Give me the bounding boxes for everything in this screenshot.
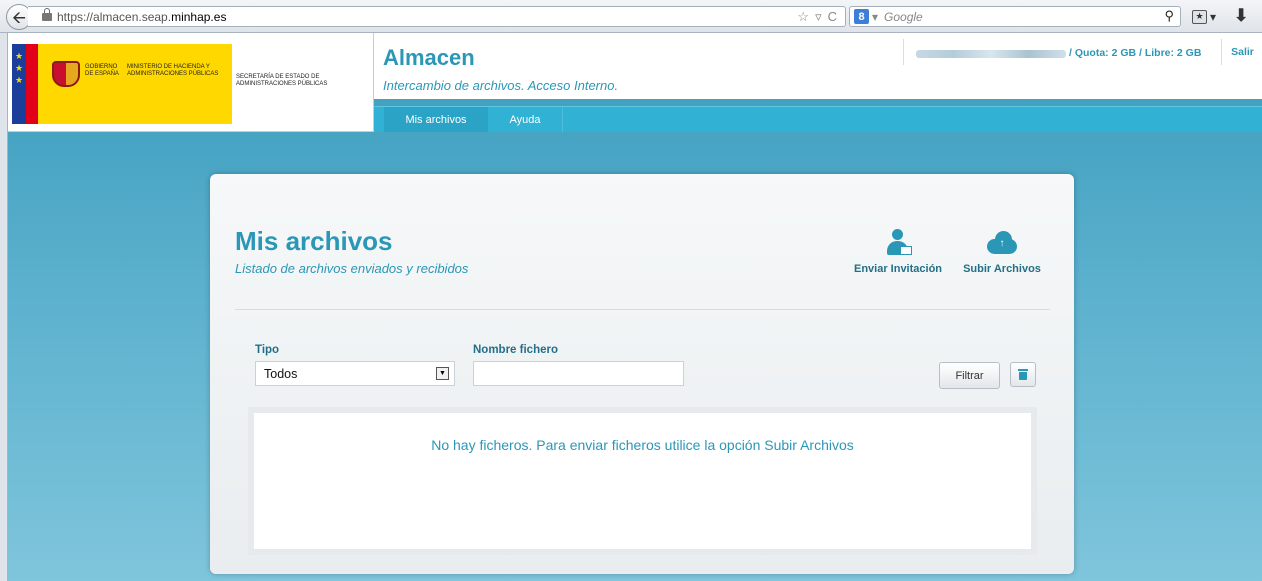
upload-files-label: Subir Archivos: [963, 263, 1041, 275]
filter-button[interactable]: Filtrar: [939, 362, 1000, 389]
upload-files-button[interactable]: ↑ Subir Archivos: [958, 229, 1046, 275]
app-subtitle: Intercambio de archivos. Acceso Interno.: [383, 78, 619, 93]
clear-filter-button[interactable]: [1010, 362, 1036, 387]
send-invitation-button[interactable]: Enviar Invitación: [848, 229, 948, 275]
nombre-fichero-label: Nombre fichero: [473, 344, 558, 356]
tipo-select[interactable]: Todos ▼: [255, 361, 455, 386]
google-icon[interactable]: 8: [854, 9, 869, 24]
page-subtitle: Listado de archivos enviados y recibidos: [235, 261, 469, 276]
search-icon[interactable]: ⚲: [1164, 8, 1174, 24]
empty-message: No hay ficheros. Para enviar ficheros ut…: [431, 437, 854, 453]
logo-background: GOBIERNO DE ESPAÑA MINISTERIO DE HACIEND…: [38, 44, 232, 124]
url-host: minhap.es: [171, 9, 227, 24]
user-invite-icon: [884, 229, 912, 257]
tab-ayuda[interactable]: Ayuda: [488, 107, 563, 132]
tipo-selected-value: Todos: [264, 366, 298, 381]
files-panel: Mis archivos Listado de archivos enviado…: [210, 174, 1074, 574]
tipo-label: Tipo: [255, 344, 280, 356]
trash-icon: [1018, 368, 1028, 380]
dropdown-arrow-icon[interactable]: ▼: [436, 367, 449, 380]
secretaria-text: SECRETARÍA DE ESTADO DE ADMINISTRACIONES…: [236, 74, 328, 87]
browser-toolbar: 🡨 https://almacen.seap. minhap.es ☆ ▿ C 8…: [0, 0, 1262, 33]
divider: [235, 309, 1050, 310]
bookmark-star-icon[interactable]: ☆: [797, 9, 809, 25]
coat-of-arms-icon: [52, 61, 80, 87]
gobierno-text: GOBIERNO DE ESPAÑA: [85, 64, 119, 77]
ministerio-text: MINISTERIO DE HACIENDA Y ADMINISTRACIONE…: [127, 64, 219, 77]
eu-flag-icon: ★ ★ ★: [12, 44, 26, 124]
dropdown-arrow-icon[interactable]: ▿: [815, 9, 822, 25]
quota-bar: / Quota: 2 GB / Libre: 2 GB Salir: [903, 39, 1262, 65]
bookmarks-icon: ★: [1192, 9, 1207, 24]
user-name-redacted: [916, 50, 1066, 58]
government-logo: ★ ★ ★ GOBIERNO DE ESPAÑA MINISTERIO DE HAC…: [8, 33, 374, 132]
logout-link[interactable]: Salir: [1221, 39, 1262, 65]
page-content: Almacen Intercambio de archivos. Acceso …: [8, 33, 1262, 581]
files-list: No hay ficheros. Para enviar ficheros ut…: [248, 407, 1037, 555]
address-bar[interactable]: https://almacen.seap. minhap.es ☆ ▿ C: [28, 6, 846, 27]
flag-stripe: [26, 44, 38, 124]
reload-icon[interactable]: C: [828, 9, 837, 24]
search-engine-dropdown-icon[interactable]: ▾: [872, 10, 878, 24]
send-invitation-label: Enviar Invitación: [853, 263, 943, 275]
lock-icon: [42, 8, 52, 23]
cloud-upload-icon: ↑: [985, 229, 1019, 257]
bookmarks-menu-button[interactable]: ★ ▾: [1192, 7, 1222, 26]
search-placeholder: Google: [884, 9, 923, 24]
nombre-fichero-input[interactable]: [473, 361, 684, 386]
chevron-down-icon: ▾: [1210, 9, 1217, 24]
browser-search-field[interactable]: 8 ▾ Google ⚲: [849, 6, 1181, 27]
page-title: Mis archivos: [235, 226, 393, 256]
main-nav: Mis archivos Ayuda: [374, 106, 1262, 132]
url-prefix: https://almacen.seap.: [57, 9, 172, 24]
app-title: Almacen: [383, 45, 475, 70]
quota-text: / Quota: 2 GB / Libre: 2 GB: [1069, 47, 1202, 59]
window-frame: [0, 33, 8, 581]
tab-mis-archivos[interactable]: Mis archivos: [384, 107, 488, 132]
download-icon[interactable]: ⬇: [1234, 6, 1248, 26]
